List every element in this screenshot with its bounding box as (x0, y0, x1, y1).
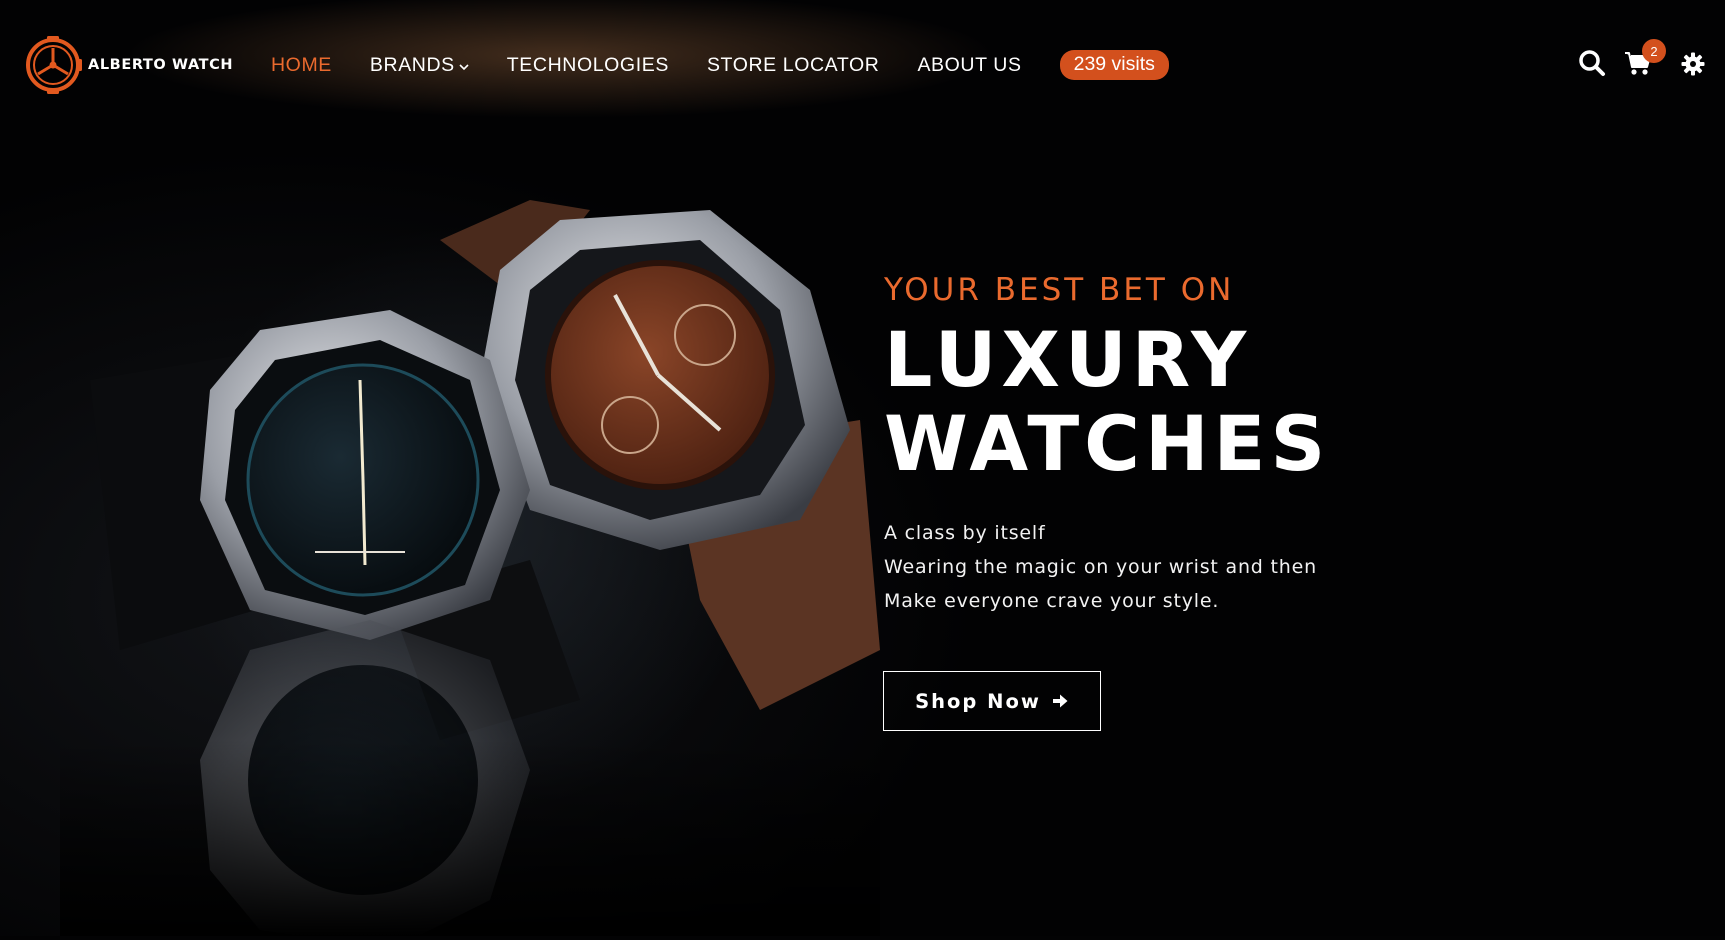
chevron-down-icon (459, 54, 469, 77)
arrow-right-icon (1051, 692, 1069, 710)
hero-headline: LUXURY WATCHES (884, 318, 1504, 486)
hero-eyebrow: YOUR BEST BET ON (884, 272, 1235, 308)
search-icon[interactable] (1578, 49, 1606, 81)
cart-count-badge: 2 (1642, 39, 1666, 63)
nav-brands-label: BRANDS (369, 53, 455, 76)
tagline-line: Make everyone crave your style. (884, 590, 1220, 612)
nav-about-us[interactable]: ABOUT US (917, 54, 1021, 77)
nav-technologies[interactable]: TECHNOLOGIES (507, 54, 669, 77)
brand-logo[interactable]: ALBERTO WATCH (22, 34, 233, 96)
visits-badge: 239 visits (1059, 50, 1169, 80)
shop-now-label: Shop Now (915, 689, 1041, 713)
hero-headline-line1: LUXURY (884, 315, 1252, 404)
nav-brands[interactable]: BRANDS (370, 54, 469, 77)
brand-name: ALBERTO WATCH (88, 57, 234, 73)
header-actions: 2 (1578, 39, 1713, 86)
hero-watches-image (60, 180, 880, 940)
site-header: ALBERTO WATCH HOME BRANDS TECHNOLOGIES S… (0, 0, 1725, 130)
hero-copy: YOUR BEST BET ON LUXURY WATCHES A class … (884, 272, 1504, 618)
hero-tagline: A class by itself Wearing the magic on y… (884, 516, 1504, 618)
gear-icon[interactable] (1681, 52, 1705, 80)
tagline-line: A class by itself (884, 522, 1046, 544)
main-nav: HOME BRANDS TECHNOLOGIES STORE LOCATOR A… (271, 50, 1169, 80)
nav-home[interactable]: HOME (271, 54, 332, 77)
tagline-line: Wearing the magic on your wrist and then (884, 556, 1317, 578)
watch-logo-icon (26, 36, 82, 94)
shop-now-button[interactable]: Shop Now (883, 671, 1101, 731)
nav-store-locator[interactable]: STORE LOCATOR (707, 54, 880, 77)
hero-headline-line2: WATCHES (884, 399, 1331, 488)
